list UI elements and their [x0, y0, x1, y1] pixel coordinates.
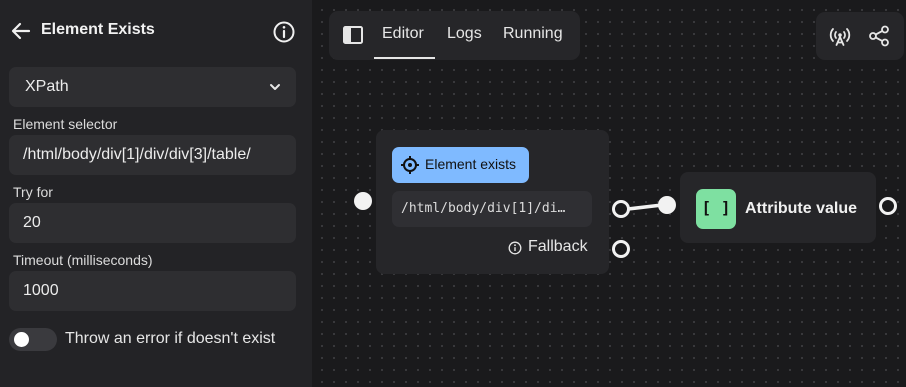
node-output-port[interactable]	[612, 200, 630, 218]
attribute-value-title: Attribute value	[745, 200, 858, 217]
element-exists-node[interactable]: Element exists /html/body/div[1]/di… Fal…	[376, 130, 609, 274]
back-arrow-icon[interactable]	[10, 20, 32, 42]
workflow-canvas[interactable]: Editor Logs Running Element exists /html…	[312, 0, 906, 387]
tab-editor[interactable]: Editor	[382, 25, 424, 43]
timeout-input[interactable]: 1000	[9, 271, 296, 311]
tab-logs[interactable]: Logs	[447, 25, 482, 43]
throw-error-toggle[interactable]	[9, 328, 57, 351]
element-selector-label: Element selector	[13, 116, 118, 132]
element-exists-badge: Element exists	[392, 147, 529, 183]
crosshair-icon	[401, 156, 419, 174]
attribute-output-port[interactable]	[879, 197, 897, 215]
attribute-value-icon-box: [ ]	[696, 189, 736, 229]
editor-tabbar: Editor Logs Running	[329, 11, 580, 60]
info-icon	[508, 241, 522, 255]
connection-edge	[627, 203, 663, 211]
node-input-port[interactable]	[354, 192, 372, 210]
try-for-input[interactable]: 20	[9, 203, 296, 243]
selector-type-value: XPath	[25, 78, 69, 95]
selector-preview-text: /html/body/div[1]/di…	[401, 201, 566, 216]
canvas-actionbar	[816, 12, 904, 60]
fallback-output-port[interactable]	[612, 240, 630, 258]
attribute-input-port[interactable]	[658, 196, 676, 214]
share-icon[interactable]	[867, 24, 891, 48]
attribute-value-node[interactable]: [ ] Attribute value	[680, 172, 876, 243]
toggle-knob	[14, 332, 29, 347]
fallback-label: Fallback	[528, 238, 588, 255]
broadcast-icon[interactable]	[828, 24, 852, 48]
active-tab-indicator	[374, 57, 435, 59]
tab-running[interactable]: Running	[503, 25, 563, 43]
timeout-label: Timeout (milliseconds)	[13, 252, 153, 268]
panel-title: Element Exists	[41, 21, 155, 38]
chevron-down-icon	[270, 84, 280, 90]
panel-header: Element Exists	[0, 0, 312, 62]
brackets-icon: [ ]	[701, 198, 731, 217]
try-for-label: Try for	[13, 184, 53, 200]
sidebar-toggle-icon[interactable]	[343, 26, 363, 44]
throw-error-label: Throw an error if doesn't exist	[65, 330, 276, 347]
block-settings-panel: Element Exists XPath Element selector /h…	[0, 0, 312, 387]
selector-type-select[interactable]: XPath	[9, 67, 296, 107]
selector-preview: /html/body/div[1]/di…	[392, 191, 592, 227]
element-exists-label: Element exists	[425, 156, 517, 172]
info-icon[interactable]	[272, 20, 296, 44]
element-selector-input[interactable]: /html/body/div[1]/div/div[3]/table/	[9, 135, 296, 175]
